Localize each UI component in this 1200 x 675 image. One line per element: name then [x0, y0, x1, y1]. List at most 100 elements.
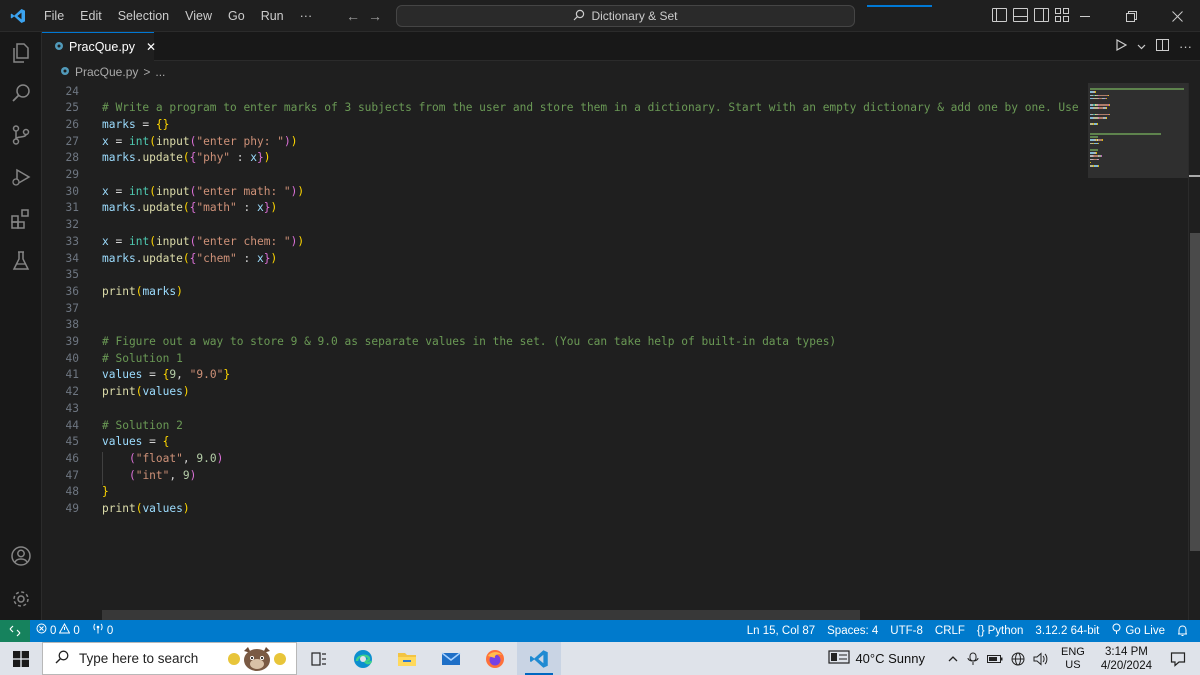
run-dropdown-chevron-icon[interactable] — [1137, 39, 1146, 54]
settings-gear-icon[interactable] — [0, 578, 42, 620]
minimap[interactable] — [1088, 83, 1188, 620]
minimize-icon[interactable] — [1062, 0, 1108, 32]
meet-now-icon[interactable] — [963, 652, 983, 666]
python-interpreter[interactable]: 3.12.2 64-bit — [1029, 620, 1105, 642]
code-line[interactable]: 46 ("float", 9.0) — [42, 451, 1088, 468]
taskbar-search-box[interactable]: Type here to search — [42, 642, 297, 675]
code-line[interactable]: 32 — [42, 217, 1088, 234]
language-mode[interactable]: {} Python — [971, 620, 1030, 642]
notifications-bell-icon[interactable] — [1171, 620, 1194, 642]
code-line[interactable]: 36 print(marks) — [42, 284, 1088, 301]
extensions-icon[interactable] — [0, 198, 42, 240]
run-python-file-icon[interactable] — [1115, 38, 1128, 54]
code-line[interactable]: 29 — [42, 167, 1088, 184]
source-control-icon[interactable] — [0, 114, 42, 156]
mail-icon[interactable] — [429, 642, 473, 675]
menu-more[interactable]: ··· — [292, 0, 321, 32]
code-line[interactable]: 25 # Write a program to enter marks of 3 … — [42, 100, 1088, 117]
menu-edit[interactable]: Edit — [72, 0, 110, 32]
code-line[interactable]: 31 marks.update({"math" : x}) — [42, 200, 1088, 217]
go-live-label: Go Live — [1125, 625, 1165, 637]
code-line[interactable]: 49 print(values) — [42, 501, 1088, 518]
toggle-primary-sidebar-icon[interactable] — [992, 8, 1007, 22]
forward-arrow-icon[interactable]: → — [368, 8, 382, 24]
more-actions-icon[interactable]: ··· — [1179, 39, 1192, 54]
encoding[interactable]: UTF-8 — [884, 620, 929, 642]
ports-indicator[interactable]: 0 — [86, 620, 119, 642]
firefox-icon[interactable] — [473, 642, 517, 675]
code-line[interactable]: 24 — [42, 84, 1088, 101]
task-view-icon[interactable] — [297, 642, 341, 675]
network-globe-icon[interactable] — [1007, 652, 1029, 666]
minimap-line — [1090, 133, 1161, 135]
file-explorer-icon[interactable] — [385, 642, 429, 675]
code-line[interactable]: 37 — [42, 301, 1088, 318]
menu-selection[interactable]: Selection — [110, 0, 177, 32]
code-text: print(values) — [102, 501, 190, 518]
code-line[interactable]: 45 values = { — [42, 434, 1088, 451]
code-text: values = {9, "9.0"} — [102, 367, 230, 384]
code-line[interactable]: 40 # Solution 1 — [42, 351, 1088, 368]
battery-icon[interactable] — [983, 654, 1007, 664]
search-activity-icon[interactable] — [0, 72, 42, 114]
code-line[interactable]: 38 — [42, 317, 1088, 334]
code-line[interactable]: 35 — [42, 267, 1088, 284]
minimap-line — [1097, 165, 1099, 167]
back-arrow-icon[interactable]: ← — [346, 8, 360, 24]
tab-close-icon[interactable]: ✕ — [146, 40, 156, 54]
go-live-button[interactable]: Go Live — [1105, 620, 1171, 642]
code-line[interactable]: 34 marks.update({"chem" : x}) — [42, 251, 1088, 268]
breadcrumb-file[interactable]: PracQue.py — [75, 65, 138, 79]
split-editor-icon[interactable] — [1156, 39, 1169, 54]
menu-view[interactable]: View — [177, 0, 220, 32]
input-language[interactable]: ENG US — [1057, 646, 1089, 672]
minimap-line — [1097, 123, 1098, 125]
indentation[interactable]: Spaces: 4 — [821, 620, 884, 642]
vscode-taskbar-icon[interactable] — [517, 642, 561, 675]
menu-file[interactable]: File — [36, 0, 72, 32]
tab-pracque-py[interactable]: PracQue.py ✕ — [42, 32, 156, 61]
volume-icon[interactable] — [1029, 651, 1053, 666]
show-hidden-icons-chevron-icon[interactable] — [943, 653, 963, 665]
code-line[interactable]: 28 marks.update({"phy" : x}) — [42, 150, 1088, 167]
code-line[interactable]: 48} — [42, 484, 1088, 501]
explorer-icon[interactable] — [0, 32, 42, 74]
account-icon[interactable] — [0, 535, 42, 577]
vertical-scrollbar[interactable] — [1188, 83, 1200, 620]
code-line[interactable]: 27 x = int(input("enter phy: ")) — [42, 134, 1088, 151]
cursor-position[interactable]: Ln 15, Col 87 — [741, 620, 821, 642]
testing-flask-icon[interactable] — [0, 240, 42, 282]
toggle-panel-icon[interactable] — [1013, 8, 1028, 22]
menu-run[interactable]: Run — [253, 0, 292, 32]
end-of-line[interactable]: CRLF — [929, 620, 971, 642]
problems-indicator[interactable]: 0 0 — [30, 620, 86, 642]
toggle-secondary-sidebar-icon[interactable] — [1034, 8, 1049, 22]
code-token: update — [142, 201, 183, 215]
vertical-scrollbar-thumb[interactable] — [1190, 233, 1200, 551]
minimap-line — [1108, 113, 1110, 116]
close-window-icon[interactable] — [1154, 0, 1200, 32]
code-line[interactable]: 47 ("int", 9) — [42, 468, 1088, 485]
menu-go[interactable]: Go — [220, 0, 253, 32]
code-line[interactable]: 30 x = int(input("enter math: ")) — [42, 184, 1088, 201]
breadcrumb-symbols[interactable]: ... — [155, 65, 165, 79]
code-line[interactable]: 44 # Solution 2 — [42, 418, 1088, 435]
clock[interactable]: 3:14 PM 4/20/2024 — [1097, 645, 1156, 673]
windows-start-icon[interactable] — [0, 642, 42, 675]
code-line[interactable]: 26 marks = {} — [42, 117, 1088, 134]
code-editor[interactable]: 24 25 # Write a program to enter marks of … — [42, 83, 1088, 620]
minimap-line — [1097, 142, 1099, 145]
code-line[interactable]: 39 # Figure out a way to store 9 & 9.0 as… — [42, 334, 1088, 351]
code-line[interactable]: 43 — [42, 401, 1088, 418]
code-line[interactable]: 42 print(values) — [42, 384, 1088, 401]
weather-widget[interactable]: 40°C Sunny — [824, 649, 929, 668]
notification-center-icon[interactable] — [1166, 651, 1190, 667]
command-center-search[interactable]: Dictionary & Set — [396, 5, 932, 27]
restore-icon[interactable] — [1108, 0, 1154, 32]
run-debug-icon[interactable] — [0, 156, 42, 198]
code-line[interactable]: 33 x = int(input("enter chem: ")) — [42, 234, 1088, 251]
edge-browser-icon[interactable] — [341, 642, 385, 675]
code-line[interactable]: 41 values = {9, "9.0"} — [42, 367, 1088, 384]
remote-indicator-icon[interactable] — [0, 620, 30, 642]
horizontal-scrollbar[interactable] — [102, 610, 860, 620]
